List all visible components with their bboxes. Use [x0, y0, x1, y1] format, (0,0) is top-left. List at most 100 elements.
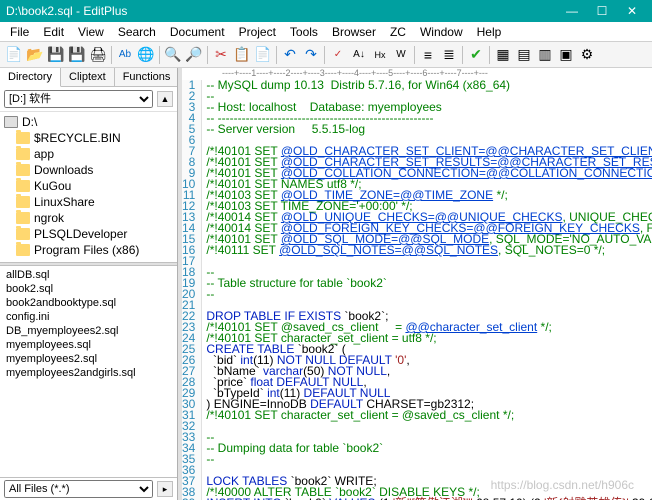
find-icon[interactable]: 🔍: [163, 45, 183, 65]
tree-item-label: app: [34, 147, 54, 161]
column-ruler: ----+----1----+----2----+----3----+----4…: [218, 68, 652, 80]
wordwrap-icon[interactable]: W: [391, 45, 411, 65]
left-tab-functions[interactable]: Functions: [115, 68, 180, 86]
indent-left-icon[interactable]: ≡: [418, 45, 438, 65]
window-tile-icon[interactable]: ▦: [493, 45, 513, 65]
print-icon[interactable]: 🖨: [88, 45, 108, 65]
file-item[interactable]: myemployees2andgirls.sql: [2, 366, 175, 380]
save-icon[interactable]: 💾: [46, 45, 66, 65]
code-line[interactable]: -- Dumping data for table `book2`: [206, 443, 652, 454]
indent-right-icon[interactable]: ≣: [439, 45, 459, 65]
redo-icon[interactable]: ↷: [301, 45, 321, 65]
filter-arrow-button[interactable]: ▸: [157, 481, 173, 497]
left-tabs: DirectoryCliptextFunctions: [0, 68, 177, 87]
tree-item[interactable]: D:\: [2, 114, 175, 130]
menubar: FileEditViewSearchDocumentProjectToolsBr…: [0, 22, 652, 42]
new-file-icon[interactable]: 📄: [4, 45, 24, 65]
text-tool-a-icon[interactable]: A↓: [349, 45, 369, 65]
tree-item-label: $RECYCLE.BIN: [34, 131, 121, 145]
filter-row: All Files (*.*) ▸: [0, 477, 177, 500]
window-split-icon[interactable]: ▥: [535, 45, 555, 65]
menu-file[interactable]: File: [4, 24, 35, 40]
code-line[interactable]: -- Table structure for table `book2`: [206, 278, 652, 289]
code-line[interactable]: [206, 256, 652, 267]
folder-icon: [16, 196, 30, 208]
minimize-button[interactable]: —: [558, 2, 586, 20]
drive-select[interactable]: [D:] 软件: [4, 90, 153, 108]
toolbar: 📄 📂 💾 💾 🖨 Ab 🌐 🔍 🔎 ✂ 📋 📄 ↶ ↷ ✓ A↓ Hx W ≡…: [0, 42, 652, 68]
file-item[interactable]: allDB.sql: [2, 268, 175, 282]
tree-item[interactable]: KuGou: [2, 178, 175, 194]
code-line[interactable]: --: [206, 289, 652, 300]
html-toolbar-icon[interactable]: Ab: [115, 45, 135, 65]
disk-icon: [4, 116, 18, 128]
open-folder-icon[interactable]: 📂: [25, 45, 45, 65]
code-line[interactable]: /*!40111 SET @OLD_SQL_NOTES=@@SQL_NOTES,…: [206, 245, 652, 256]
menu-browser[interactable]: Browser: [326, 24, 382, 40]
menu-search[interactable]: Search: [112, 24, 162, 40]
titlebar: D:\book2.sql - EditPlus — ☐ ✕: [0, 0, 652, 22]
menu-help[interactable]: Help: [471, 24, 508, 40]
paste-icon[interactable]: 📄: [253, 45, 273, 65]
window-cascade-icon[interactable]: ▤: [514, 45, 534, 65]
check-icon[interactable]: ✔: [466, 45, 486, 65]
copy-icon[interactable]: 📋: [232, 45, 252, 65]
folder-icon: [16, 132, 30, 144]
tree-item[interactable]: $RECYCLE.BIN: [2, 130, 175, 146]
tree-item[interactable]: ngrok: [2, 210, 175, 226]
folder-icon: [16, 148, 30, 160]
code-line[interactable]: -- MySQL dump 10.13 Distrib 5.7.16, for …: [206, 80, 652, 91]
save-all-icon[interactable]: 💾: [67, 45, 87, 65]
drive-up-button[interactable]: ▲: [157, 91, 173, 107]
drive-row: [D:] 软件 ▲: [0, 87, 177, 112]
close-button[interactable]: ✕: [618, 2, 646, 20]
line-gutter: 1234567891011121314151617181920212223242…: [182, 80, 202, 500]
menu-zc[interactable]: ZC: [384, 24, 412, 40]
tree-item[interactable]: Program Files (x86): [2, 242, 175, 258]
menu-window[interactable]: Window: [414, 24, 469, 40]
folder-icon: [16, 244, 30, 256]
code-line[interactable]: -- Server version 5.5.15-log: [206, 124, 652, 135]
file-item[interactable]: DB_myemployees2.sql: [2, 324, 175, 338]
tree-item[interactable]: Downloads: [2, 162, 175, 178]
tree-item-label: Program Files (x86): [34, 243, 139, 257]
menu-edit[interactable]: Edit: [37, 24, 70, 40]
code-line[interactable]: --: [206, 454, 652, 465]
tree-item-label: LinuxShare: [34, 195, 95, 209]
file-item[interactable]: myemployees2.sql: [2, 352, 175, 366]
code-line[interactable]: [206, 421, 652, 432]
file-item[interactable]: book2.sql: [2, 282, 175, 296]
file-item[interactable]: config.ini: [2, 310, 175, 324]
code-line[interactable]: /*!40101 SET character_set_client = @sav…: [206, 410, 652, 421]
tree-item[interactable]: LinuxShare: [2, 194, 175, 210]
main-area: DirectoryCliptextFunctions [D:] 软件 ▲ D:\…: [0, 68, 652, 500]
file-list[interactable]: allDB.sqlbook2.sqlbook2andbooktype.sqlco…: [0, 266, 177, 477]
tree-item[interactable]: PLSQLDeveloper: [2, 226, 175, 242]
hex-icon[interactable]: Hx: [370, 45, 390, 65]
browser-icon[interactable]: 🌐: [136, 45, 156, 65]
menu-project[interactable]: Project: [233, 24, 282, 40]
file-filter-select[interactable]: All Files (*.*): [4, 480, 153, 498]
code-area[interactable]: -- MySQL dump 10.13 Distrib 5.7.16, for …: [202, 80, 652, 500]
maximize-button[interactable]: ☐: [588, 2, 616, 20]
left-tab-directory[interactable]: Directory: [0, 68, 61, 87]
menu-view[interactable]: View: [72, 24, 110, 40]
menu-document[interactable]: Document: [164, 24, 231, 40]
file-item[interactable]: book2andbooktype.sql: [2, 296, 175, 310]
cut-icon[interactable]: ✂: [211, 45, 231, 65]
menu-tools[interactable]: Tools: [284, 24, 324, 40]
spell-check-icon[interactable]: ✓: [328, 45, 348, 65]
file-item[interactable]: myemployees.sql: [2, 338, 175, 352]
search-icon[interactable]: 🔎: [184, 45, 204, 65]
undo-icon[interactable]: ↶: [280, 45, 300, 65]
settings-icon[interactable]: ⚙: [577, 45, 597, 65]
folder-icon: [16, 228, 30, 240]
tree-item[interactable]: app: [2, 146, 175, 162]
folder-tree[interactable]: D:\$RECYCLE.BIN appDownloadsKuGouLinuxSha…: [0, 112, 177, 262]
code-editor[interactable]: ----+----1----+----2----+----3----+----4…: [182, 68, 652, 500]
window-doc-icon[interactable]: ▣: [556, 45, 576, 65]
window-title: D:\book2.sql - EditPlus: [6, 4, 127, 18]
left-tab-cliptext[interactable]: Cliptext: [61, 68, 115, 86]
tree-item-label: ngrok: [34, 211, 64, 225]
tree-item-label: PLSQLDeveloper: [34, 227, 127, 241]
